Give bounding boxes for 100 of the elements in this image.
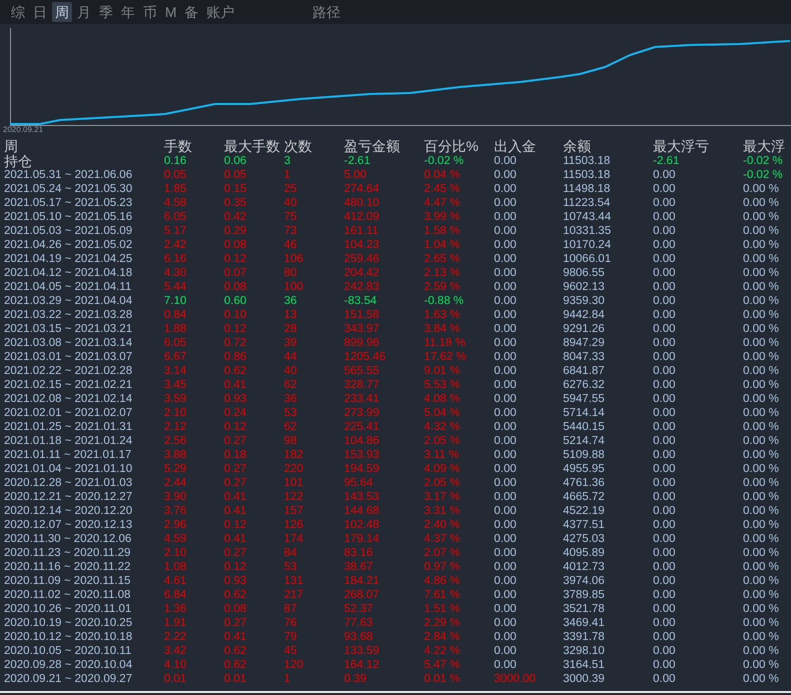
table-cell-text: 0.00 bbox=[494, 588, 518, 602]
table-cell-text: 4955.95 bbox=[563, 462, 606, 476]
table-cell-text: 0.00 bbox=[494, 280, 518, 294]
table-cell-text: 220 bbox=[284, 462, 304, 476]
period-tab[interactable]: 账户 bbox=[204, 2, 238, 22]
period-tab[interactable]: 周 bbox=[52, 2, 72, 22]
period-cell-text: 2021.01.11 ~ 2021.01.17 bbox=[4, 448, 132, 462]
table-cell-text: 0.00 % bbox=[743, 630, 780, 644]
table-cell-text: 242.83 bbox=[344, 280, 380, 294]
table-cell-text: 1.63 % bbox=[424, 308, 461, 322]
table-cell-text: 164.12 bbox=[344, 658, 380, 672]
period-cell-text: 2021.05.31 ~ 2021.06.06 bbox=[4, 168, 134, 182]
table-cell-text: 0.08 bbox=[224, 238, 248, 252]
table-cell-text: 0.00 % bbox=[743, 644, 780, 658]
table-cell-text: 0.00 % bbox=[743, 350, 780, 364]
table-cell-text: 151.58 bbox=[344, 308, 380, 322]
table-cell-text: 17.62 % bbox=[424, 350, 468, 364]
table-cell-text: 11503.18 bbox=[563, 154, 612, 168]
table-cell-text: 10170.24 bbox=[563, 238, 612, 252]
table-cell-text: 0.27 bbox=[224, 616, 248, 630]
table-cell-text: 9359.30 bbox=[563, 294, 606, 308]
table-cell-text: 0.00 % bbox=[743, 210, 780, 224]
table-cell-text: 0.00 bbox=[494, 224, 518, 238]
table-cell-text: 3521.78 bbox=[563, 602, 606, 616]
period-cell-text: 2020.10.26 ~ 2020.11.01 bbox=[4, 602, 132, 616]
table-cell-text: 126 bbox=[284, 518, 304, 532]
table-cell-text: 0.00 % bbox=[743, 588, 780, 602]
table-cell-text: 0.00 bbox=[653, 448, 676, 462]
table-cell-text: 0.27 bbox=[224, 462, 248, 476]
table-cell-text: 225.41 bbox=[344, 420, 380, 434]
table-cell-text: 8047.33 bbox=[563, 350, 606, 364]
table-cell-text: 13 bbox=[284, 308, 298, 322]
table-cell-text: 153.93 bbox=[344, 448, 380, 462]
table-cell-text: 3298.10 bbox=[563, 644, 606, 658]
table-cell-text: 0.00 bbox=[653, 392, 676, 406]
table-cell-text: 0.00 bbox=[494, 322, 518, 336]
column-header: 次数 bbox=[284, 138, 313, 154]
period-tab[interactable]: 综 bbox=[8, 2, 28, 22]
table-cell-text: 0.00 bbox=[653, 252, 676, 266]
period-cell-text: 2021.02.22 ~ 2021.02.28 bbox=[4, 364, 134, 378]
table-cell-text: 179.14 bbox=[344, 532, 380, 546]
table-cell-text: 6.05 bbox=[164, 210, 188, 224]
table-cell-text: 6.67 bbox=[164, 350, 188, 364]
period-tab[interactable]: 年 bbox=[118, 2, 138, 22]
table-cell-text: 2.56 bbox=[164, 434, 188, 448]
table-cell-text: 0.00 bbox=[494, 574, 518, 588]
period-cell-text: 2020.09.21 ~ 2020.09.27 bbox=[4, 672, 134, 686]
table-cell-text: 0.00 bbox=[494, 476, 518, 490]
table-cell-text: 5.47 % bbox=[424, 658, 461, 672]
period-cell-text: 2020.12.07 ~ 2020.12.13 bbox=[4, 518, 134, 532]
period-cell-text: 2021.04.26 ~ 2021.05.02 bbox=[4, 238, 134, 252]
table-cell-text: 0.00 % bbox=[743, 224, 780, 238]
table-cell-text: 4.61 bbox=[164, 574, 188, 588]
table-cell-text: 0.00 bbox=[494, 182, 518, 196]
table-cell-text: 101 bbox=[284, 476, 304, 490]
table-cell-text: 0.18 bbox=[224, 448, 248, 462]
table-cell-text: 0.01 bbox=[224, 672, 248, 686]
table-cell-text: 4.37 % bbox=[424, 532, 461, 546]
table-cell-text: 328.77 bbox=[344, 378, 380, 392]
table-cell-text: 9442.84 bbox=[563, 308, 606, 322]
table-cell-text: 1 bbox=[284, 168, 292, 182]
table-cell-text: 0.00 % bbox=[743, 518, 780, 532]
table-cell-text: 9291.26 bbox=[563, 322, 606, 336]
table-cell-text: 2.42 bbox=[164, 238, 188, 252]
table-cell-text: 4095.89 bbox=[563, 546, 606, 560]
table-cell-text: 0.00 bbox=[494, 616, 518, 630]
table-cell-text: 100 bbox=[284, 280, 304, 294]
table-cell-text: 0.00 bbox=[653, 672, 676, 686]
period-tab[interactable]: 季 bbox=[96, 2, 116, 22]
table-cell-text: 4761.36 bbox=[563, 476, 606, 490]
table-cell-text: 5109.88 bbox=[563, 448, 606, 462]
table-cell-text: 2.22 bbox=[164, 630, 188, 644]
table-cell-text: 0.00 bbox=[653, 434, 676, 448]
table-cell-text: 0.27 bbox=[224, 434, 248, 448]
table-cell-text: 2.65 % bbox=[424, 252, 461, 266]
period-tab[interactable]: 币 bbox=[140, 2, 160, 22]
table-cell-text: 0.62 bbox=[224, 658, 248, 672]
table-cell-text: 131 bbox=[284, 574, 304, 588]
period-tab[interactable]: 月 bbox=[74, 2, 94, 22]
table-cell-text: 0.00 bbox=[494, 378, 518, 392]
table-cell-text: 52.37 bbox=[344, 602, 374, 616]
period-cell-text: 2021.03.29 ~ 2021.04.04 bbox=[4, 294, 134, 308]
table-cell-text: 0.97 % bbox=[424, 560, 461, 574]
table-cell-text: 3391.78 bbox=[563, 630, 606, 644]
table-cell-text: 10066.01 bbox=[563, 252, 612, 266]
table-cell-text: 0.00 bbox=[653, 196, 676, 210]
table-cell-text: 25 bbox=[284, 182, 298, 196]
table-cell-text: 0.00 bbox=[653, 406, 676, 420]
table-cell-text: 10743.44 bbox=[563, 210, 612, 224]
period-tab[interactable]: 备 bbox=[182, 2, 202, 22]
table-cell-text: 174 bbox=[284, 532, 304, 546]
table-cell-text: 6841.87 bbox=[563, 364, 606, 378]
table-cell-text: 3.99 % bbox=[424, 210, 461, 224]
table-cell-text: 3.59 bbox=[164, 392, 188, 406]
table-cell-text: 0.00 % bbox=[743, 490, 780, 504]
path-tab[interactable]: 路径 bbox=[310, 2, 344, 22]
table-cell-text: 0.42 bbox=[224, 210, 248, 224]
table-cell-text: 184.21 bbox=[344, 574, 380, 588]
period-tab[interactable]: M bbox=[162, 2, 180, 22]
period-tab[interactable]: 日 bbox=[30, 2, 50, 22]
